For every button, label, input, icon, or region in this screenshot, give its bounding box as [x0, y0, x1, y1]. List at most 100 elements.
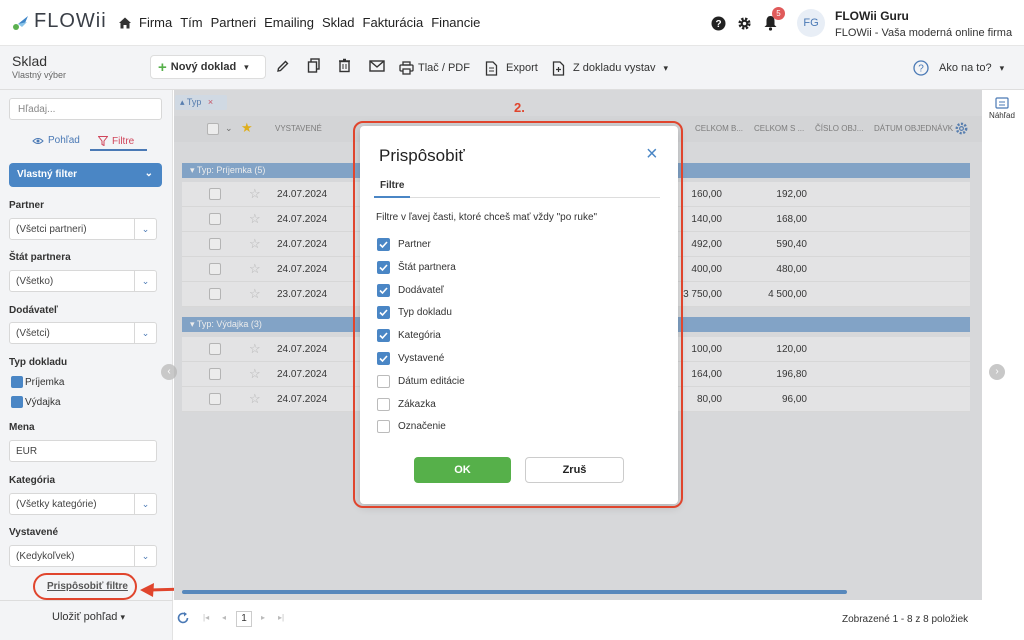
issued-value: (Kedykoľvek) [16, 551, 75, 562]
prev-page-icon[interactable]: ◂ [222, 613, 226, 622]
annotation-step-2: 2. [514, 100, 525, 115]
notification-badge: 5 [772, 7, 785, 20]
page-number[interactable]: 1 [236, 611, 252, 627]
eye-icon [32, 137, 44, 144]
preview-toggle[interactable]: Náhľad [985, 97, 1019, 120]
logo-text: FLOWii [34, 10, 107, 32]
partner-label: Partner [9, 200, 45, 211]
doctype-option-vydajka[interactable]: Výdajka [11, 396, 61, 408]
avatar[interactable]: FG [797, 9, 825, 37]
nav-fakturacia[interactable]: Fakturácia [362, 15, 425, 30]
category-value: (Všetky kategórie) [16, 499, 97, 510]
annotation-box [353, 121, 683, 508]
chevron-down-icon: ⌄ [144, 168, 153, 179]
category-select[interactable]: (Všetky kategórie) ⌄ [9, 493, 157, 515]
scroll-right-button[interactable]: › [989, 364, 1005, 380]
export-label: Export [506, 62, 538, 74]
chevron-down-icon: ▾ [663, 62, 669, 73]
chevron-down-icon: ⌄ [134, 546, 156, 566]
tab-view-label: Pohľad [48, 135, 80, 146]
svg-text:?: ? [715, 19, 721, 30]
print-button[interactable]: Tlač / PDF [399, 58, 470, 78]
export-button[interactable]: Export [485, 58, 538, 78]
category-label: Kategória [9, 475, 56, 486]
custom-filter-select[interactable]: Vlastný filter ⌄ [9, 163, 162, 187]
currency-label: Mena [9, 422, 35, 433]
from-document-button[interactable]: Z dokladu vystav ▾ [552, 58, 668, 78]
document-icon [485, 60, 498, 76]
chevron-down-icon: ⌄ [134, 323, 156, 343]
preview-icon [995, 97, 1009, 109]
first-page-icon[interactable]: |◂ [203, 613, 209, 622]
nav-firma[interactable]: Firma [138, 15, 173, 30]
svg-text:?: ? [918, 64, 924, 75]
new-document-label: Nový doklad [170, 61, 237, 73]
save-view-button[interactable]: Uložiť pohľad ▾ [52, 611, 125, 623]
tab-view[interactable]: Pohľad [32, 135, 80, 146]
user-company: FLOWii - Vaša moderná online firma [835, 27, 1013, 39]
from-document-label: Z dokladu vystav [573, 62, 656, 74]
help-howto-button[interactable]: ? Ako na to? ▾ [913, 58, 1004, 78]
chevron-down-icon: ⌄ [134, 219, 156, 239]
chevron-down-icon: ▾ [244, 61, 249, 72]
nav-financie[interactable]: Financie [430, 15, 481, 30]
checkbox-checked[interactable] [11, 376, 23, 388]
filter-icon [98, 136, 108, 146]
nav-sklad[interactable]: Sklad [321, 15, 356, 30]
doctype-option-label: Výdajka [25, 396, 61, 408]
search-input[interactable]: Hľadaj... [9, 98, 162, 120]
chevron-down-icon: ⌄ [134, 494, 156, 514]
printer-icon [399, 61, 414, 75]
refresh-icon[interactable] [176, 611, 190, 625]
checkbox-checked[interactable] [11, 396, 23, 408]
tab-filter[interactable]: Filtre [90, 133, 147, 151]
currency-select[interactable]: EUR [9, 440, 157, 462]
chevron-down-icon: ▾ [120, 612, 126, 622]
state-select[interactable]: (Všetko) ⌄ [9, 270, 157, 292]
document-plus-icon [552, 60, 565, 76]
logo[interactable]: FLOWii [12, 10, 107, 33]
issued-select[interactable]: (Kedykoľvek) ⌄ [9, 545, 157, 567]
flowii-logo-icon [13, 15, 28, 30]
doctype-label: Typ dokladu [9, 357, 68, 368]
partner-select[interactable]: (Všetci partneri) ⌄ [9, 218, 157, 240]
currency-value: EUR [16, 446, 38, 457]
page-subtitle: Vlastný výber [12, 70, 67, 80]
question-circle-icon: ? [913, 60, 929, 76]
user-name[interactable]: FLOWii Guru [835, 9, 909, 23]
nav-emailing[interactable]: Emailing [263, 15, 315, 30]
supplier-value: (Všetci) [16, 328, 50, 339]
help-icon[interactable]: ? [711, 16, 726, 31]
nav-tim[interactable]: Tím [179, 15, 203, 30]
mail-icon[interactable] [369, 60, 385, 72]
nav-partneri[interactable]: Partneri [210, 15, 258, 30]
home-icon[interactable] [118, 16, 132, 30]
pencil-icon[interactable] [276, 59, 290, 73]
doctype-option-label: Príjemka [25, 376, 65, 388]
page-title: Sklad [12, 53, 48, 69]
annotation-circle [33, 573, 137, 600]
state-label: Štát partnera [9, 252, 71, 263]
plus-icon: + [158, 58, 167, 76]
save-view-label: Uložiť pohľad [52, 611, 118, 623]
chevron-down-icon: ▾ [999, 62, 1005, 73]
print-label: Tlač / PDF [418, 62, 470, 74]
tab-filter-label: Filtre [112, 135, 135, 147]
state-value: (Všetko) [16, 276, 54, 287]
issued-label: Vystavené [9, 527, 59, 538]
gear-icon[interactable] [737, 16, 752, 31]
supplier-label: Dodávateľ [9, 305, 58, 316]
supplier-select[interactable]: (Všetci) ⌄ [9, 322, 157, 344]
copy-icon[interactable] [307, 58, 321, 73]
doctype-option-prijemka[interactable]: Príjemka [11, 376, 64, 388]
next-page-icon[interactable]: ▸ [261, 613, 265, 622]
new-document-button[interactable]: + Nový doklad ▾ [150, 55, 266, 79]
chevron-down-icon: ⌄ [134, 271, 156, 291]
trash-icon[interactable] [338, 58, 351, 73]
help-label: Ako na to? [939, 62, 992, 74]
preview-label: Náhľad [989, 111, 1015, 120]
last-page-icon[interactable]: ▸| [278, 613, 284, 622]
custom-filter-label: Vlastný filter [17, 169, 78, 180]
pager-summary: Zobrazené 1 - 8 z 8 položiek [842, 614, 969, 625]
main-nav: Firma Tím Partneri Emailing Sklad Faktur… [118, 15, 481, 30]
